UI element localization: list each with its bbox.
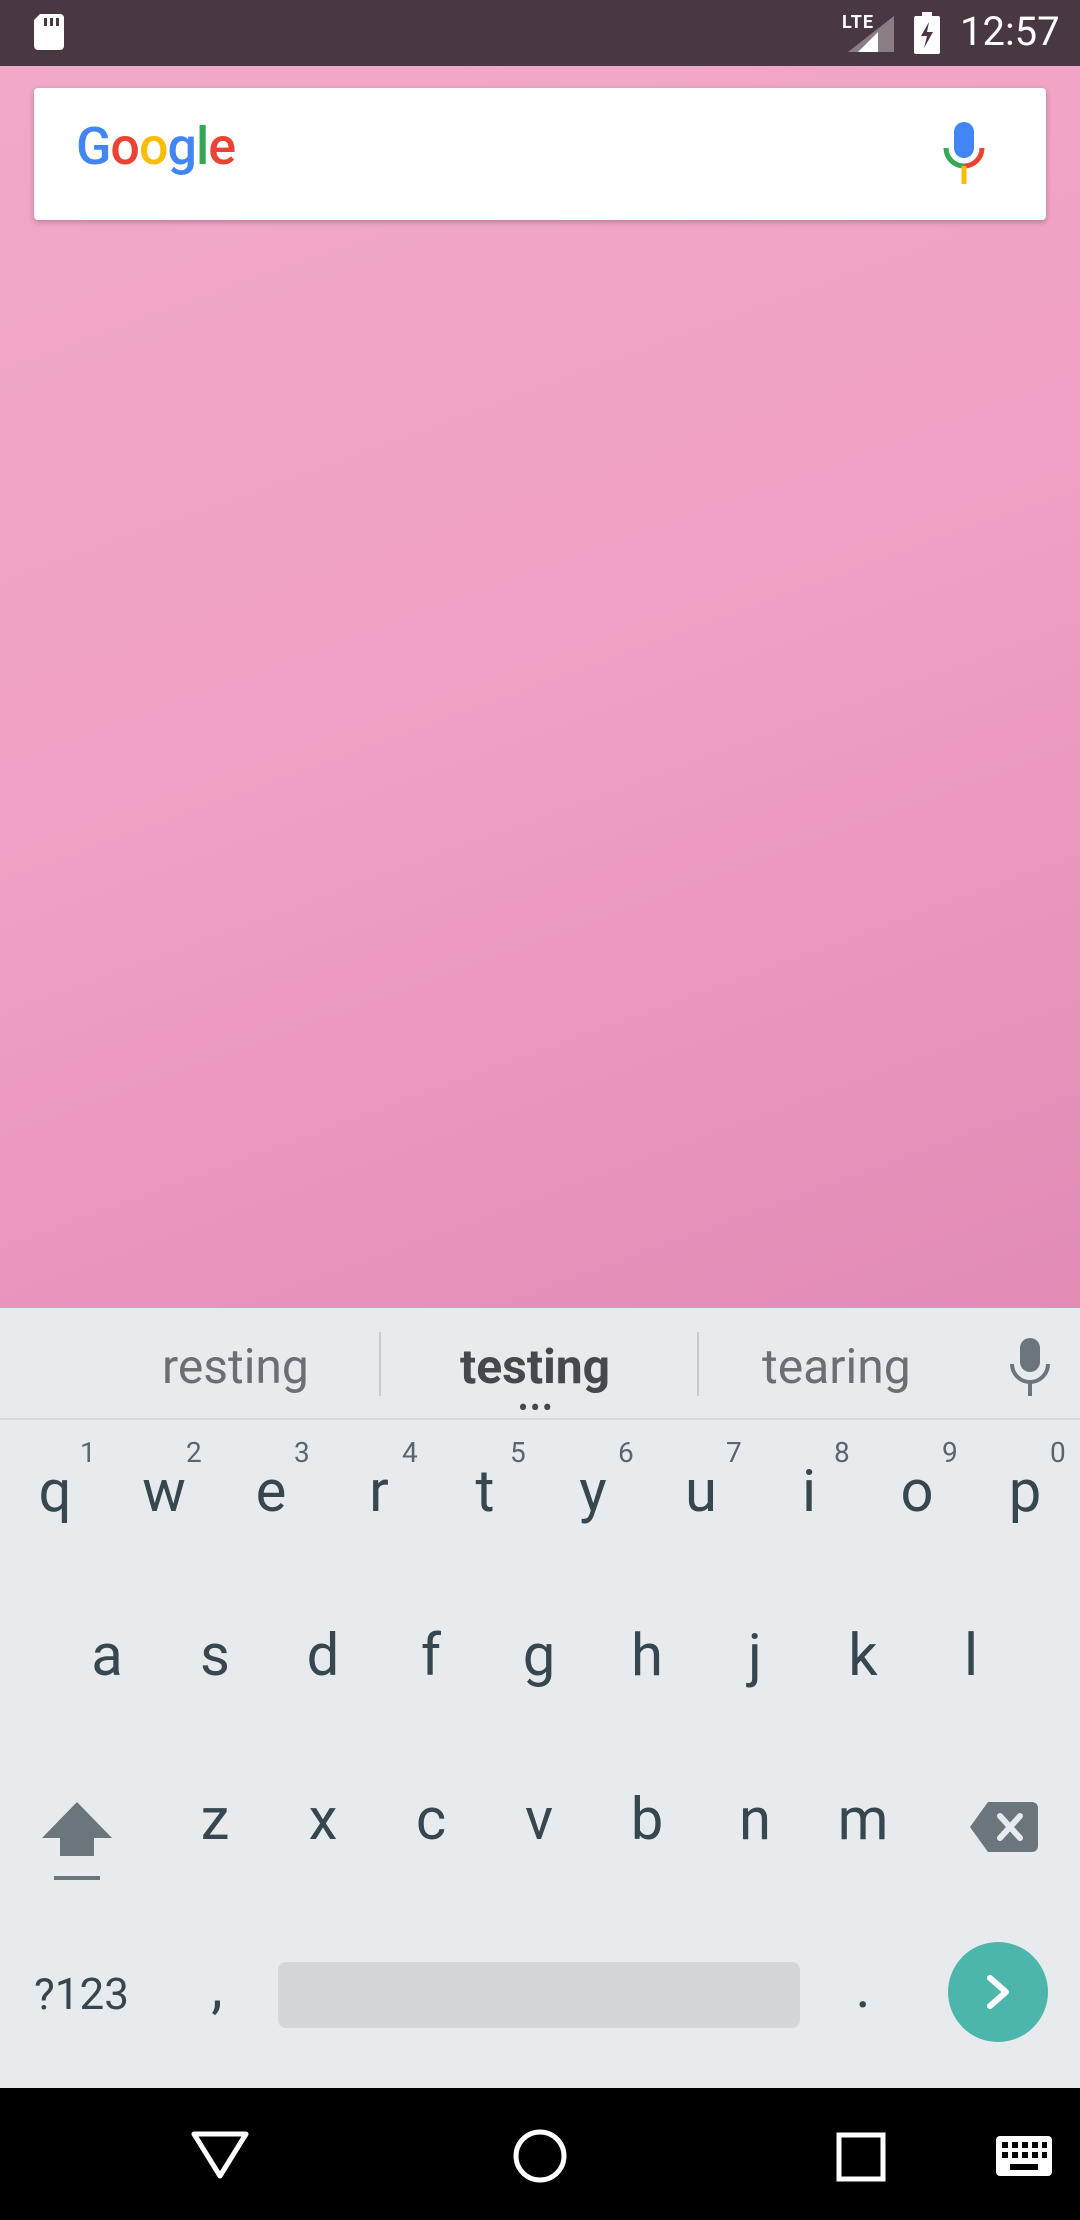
key-e[interactable]: e [246,1458,296,1526]
sd-card-icon [34,14,64,50]
key-hint-4: 4 [402,1436,418,1469]
navigation-bar [0,2088,1080,2220]
google-search-bar[interactable]: Google [34,88,1046,220]
symbols-key[interactable]: ?123 [34,1968,129,2020]
key-hint-1: 1 [80,1436,96,1469]
key-y[interactable]: y [568,1458,618,1526]
recents-icon[interactable] [836,2132,886,2182]
key-u[interactable]: u [676,1458,726,1526]
suggestion-divider [697,1332,699,1396]
suggestion-strip: resting testing ••• tearing [0,1308,1080,1424]
key-v[interactable]: v [514,1786,564,1854]
voice-input-icon[interactable] [1008,1336,1052,1400]
key-hint-0: 0 [1050,1436,1066,1469]
chevron-right-icon [987,1975,1009,2009]
key-o[interactable]: o [892,1458,942,1526]
suggestion-right[interactable]: tearing [762,1338,911,1395]
key-hint-7: 7 [726,1436,742,1469]
key-hint-8: 8 [834,1436,850,1469]
key-x[interactable]: x [298,1786,348,1854]
more-suggestions-indicator[interactable]: ••• [518,1394,554,1424]
key-p[interactable]: p [1000,1458,1050,1526]
key-f[interactable]: f [406,1622,456,1690]
signal-icon [848,16,894,52]
key-k[interactable]: k [838,1622,888,1690]
mic-icon[interactable] [942,122,986,186]
key-n[interactable]: n [730,1786,780,1854]
key-hint-6: 6 [618,1436,634,1469]
key-period[interactable]: . [838,1954,888,2022]
key-m[interactable]: m [830,1786,896,1854]
space-bar[interactable] [278,1962,800,2028]
backspace-icon[interactable] [970,1802,1038,1852]
key-b[interactable]: b [622,1786,672,1854]
key-hint-3: 3 [294,1436,310,1469]
suggestion-center[interactable]: testing [460,1338,610,1395]
key-hint-9: 9 [942,1436,958,1469]
keyboard: resting testing ••• tearing 1 q 2 w 3 e … [0,1308,1080,2088]
shift-icon[interactable] [42,1798,112,1888]
home-icon[interactable] [512,2128,568,2184]
key-j[interactable]: j [730,1622,780,1690]
key-a[interactable]: a [82,1622,132,1690]
clock: 12:57 [960,8,1060,55]
back-icon[interactable] [190,2130,250,2180]
key-q[interactable]: q [30,1458,80,1526]
key-c[interactable]: c [406,1786,456,1854]
key-r[interactable]: r [354,1458,404,1526]
enter-button[interactable] [948,1942,1048,2042]
key-hint-5: 5 [510,1436,526,1469]
key-l[interactable]: l [946,1622,996,1690]
status-bar: LTE 12:57 [0,0,1080,66]
keyboard-switch-icon[interactable] [996,2136,1052,2176]
key-d[interactable]: d [298,1622,348,1690]
key-s[interactable]: s [190,1622,240,1690]
key-i[interactable]: i [784,1458,834,1526]
key-t[interactable]: t [460,1458,510,1526]
key-z[interactable]: z [190,1786,240,1854]
key-h[interactable]: h [622,1622,672,1690]
suggestion-divider [379,1332,381,1396]
google-logo: Google [76,116,236,177]
battery-charging-icon [914,12,940,54]
key-g[interactable]: g [514,1622,564,1690]
key-w[interactable]: w [134,1458,194,1526]
key-comma[interactable]: , [192,1954,242,2022]
suggestion-left[interactable]: resting [162,1338,309,1395]
